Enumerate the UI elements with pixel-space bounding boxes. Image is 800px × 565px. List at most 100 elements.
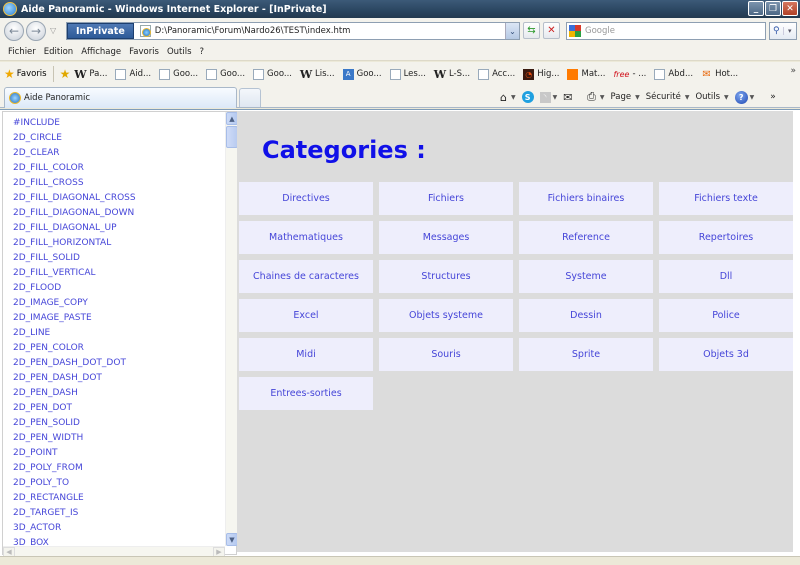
command-link[interactable]: 2D_CLEAR bbox=[13, 146, 225, 161]
category-button[interactable]: Souris bbox=[379, 338, 513, 371]
favorite-link[interactable]: W Lis... bbox=[300, 68, 335, 81]
menu-fichier[interactable]: Fichier bbox=[8, 47, 36, 57]
search-input[interactable]: Google bbox=[585, 26, 615, 36]
command-link[interactable]: 2D_PEN_COLOR bbox=[13, 341, 225, 356]
horizontal-scrollbar[interactable]: ◀ ▶ bbox=[3, 546, 225, 557]
search-options-dropdown[interactable]: ▾ bbox=[782, 27, 797, 35]
vertical-scrollbar[interactable]: ▲ ▼ bbox=[225, 112, 238, 546]
menu-outils[interactable]: Outils bbox=[167, 47, 192, 57]
command-link[interactable]: 2D_FILL_DIAGONAL_DOWN bbox=[13, 206, 225, 221]
command-link[interactable]: 2D_LINE bbox=[13, 326, 225, 341]
command-link[interactable]: 2D_PEN_DASH_DOT_DOT bbox=[13, 356, 225, 371]
command-link[interactable]: 3D_BOX bbox=[13, 536, 225, 546]
command-link[interactable]: 2D_PEN_DASH_DOT bbox=[13, 371, 225, 386]
category-button[interactable]: Objets systeme bbox=[379, 299, 513, 332]
category-button[interactable]: Midi bbox=[239, 338, 373, 371]
category-button[interactable]: Objets 3d bbox=[659, 338, 793, 371]
menu-help[interactable]: ? bbox=[200, 47, 205, 57]
category-button[interactable]: Fichiers binaires bbox=[519, 182, 653, 215]
rss-feed-icon[interactable]: ◝ bbox=[539, 91, 551, 103]
recent-pages-dropdown[interactable]: ▽ bbox=[50, 26, 56, 35]
command-link[interactable]: #INCLUDE bbox=[13, 116, 225, 131]
favorite-link[interactable]: Les... bbox=[389, 68, 426, 80]
favorite-link[interactable]: Goo... bbox=[206, 68, 245, 80]
security-menu-button[interactable]: Sécurité bbox=[646, 92, 681, 102]
command-link[interactable]: 3D_ACTOR bbox=[13, 521, 225, 536]
category-button[interactable]: Dessin bbox=[519, 299, 653, 332]
favorite-link[interactable]: A Goo... bbox=[342, 68, 382, 80]
menu-favoris[interactable]: Favoris bbox=[129, 47, 159, 57]
more-commands-chevron-icon[interactable]: » bbox=[770, 92, 776, 102]
command-link[interactable]: 2D_POLY_TO bbox=[13, 476, 225, 491]
favorite-link[interactable]: Mat... bbox=[567, 68, 605, 80]
tab-aide-panoramic[interactable]: Aide Panoramic bbox=[4, 87, 237, 108]
help-icon[interactable]: ? bbox=[734, 90, 748, 104]
command-link[interactable]: 2D_FILL_HORIZONTAL bbox=[13, 236, 225, 251]
menu-edition[interactable]: Edition bbox=[44, 47, 73, 57]
skype-icon[interactable]: S bbox=[521, 91, 534, 103]
command-link[interactable]: 2D_PEN_SOLID bbox=[13, 416, 225, 431]
home-icon[interactable]: ⌂ bbox=[500, 91, 507, 104]
favorite-link[interactable]: Acc... bbox=[478, 68, 515, 80]
forward-button[interactable]: → bbox=[26, 21, 46, 41]
command-link[interactable]: 2D_POINT bbox=[13, 446, 225, 461]
category-button[interactable]: Messages bbox=[379, 221, 513, 254]
refresh-button[interactable]: ⇆ bbox=[523, 22, 540, 39]
category-button[interactable]: Fichiers bbox=[379, 182, 513, 215]
favorite-link[interactable]: Goo... bbox=[159, 68, 198, 80]
favorite-link[interactable]: Abd... bbox=[654, 68, 693, 80]
favorite-link[interactable]: ◔ Hig... bbox=[523, 68, 559, 80]
favorites-button[interactable]: Favoris bbox=[17, 69, 47, 79]
command-link[interactable]: 2D_RECTANGLE bbox=[13, 491, 225, 506]
mail-icon[interactable]: ✉ bbox=[563, 91, 572, 104]
category-button[interactable]: Police bbox=[659, 299, 793, 332]
command-link[interactable]: 2D_IMAGE_PASTE bbox=[13, 311, 225, 326]
command-link[interactable]: 2D_FILL_DIAGONAL_CROSS bbox=[13, 191, 225, 206]
search-icon[interactable]: ⚲ bbox=[770, 26, 783, 36]
command-link[interactable]: 2D_FILL_CROSS bbox=[13, 176, 225, 191]
search-box[interactable]: Google bbox=[566, 22, 766, 40]
category-button[interactable]: Reference bbox=[519, 221, 653, 254]
category-button[interactable]: Repertoires bbox=[659, 221, 793, 254]
stop-button[interactable]: ✕ bbox=[543, 22, 560, 39]
favorite-link[interactable]: ✉ Hot... bbox=[701, 69, 738, 80]
back-button[interactable]: ← bbox=[4, 21, 24, 41]
favorite-link[interactable]: W Pa... bbox=[74, 68, 107, 81]
tools-menu-button[interactable]: Outils bbox=[695, 92, 720, 102]
command-link[interactable]: 2D_CIRCLE bbox=[13, 131, 225, 146]
command-link[interactable]: 2D_FILL_SOLID bbox=[13, 251, 225, 266]
add-to-favorites-icon[interactable]: ★ bbox=[60, 67, 71, 81]
address-bar[interactable]: InPrivate D:\Panoramic\Forum\Nardo26\TES… bbox=[66, 22, 520, 40]
restore-button[interactable]: ❐ bbox=[765, 1, 781, 16]
command-link[interactable]: 2D_FILL_DIAGONAL_UP bbox=[13, 221, 225, 236]
command-link[interactable]: 2D_PEN_DASH bbox=[13, 386, 225, 401]
category-button[interactable]: Fichiers texte bbox=[659, 182, 793, 215]
favorites-star-icon[interactable]: ★ bbox=[4, 67, 15, 81]
command-link[interactable]: 2D_FLOOD bbox=[13, 281, 225, 296]
command-link[interactable]: 2D_PEN_WIDTH bbox=[13, 431, 225, 446]
category-button[interactable]: Directives bbox=[239, 182, 373, 215]
favorite-link[interactable]: Aid... bbox=[115, 68, 151, 80]
favorite-link[interactable]: free - ... bbox=[613, 69, 646, 80]
category-button[interactable]: Structures bbox=[379, 260, 513, 293]
print-dropdown[interactable]: ▼ bbox=[600, 94, 605, 101]
category-button[interactable]: Dll bbox=[659, 260, 793, 293]
menu-affichage[interactable]: Affichage bbox=[81, 47, 121, 57]
category-button[interactable]: Mathematiques bbox=[239, 221, 373, 254]
new-tab-button[interactable] bbox=[239, 88, 261, 107]
command-link[interactable]: 2D_FILL_COLOR bbox=[13, 161, 225, 176]
category-button[interactable]: Chaines de caracteres bbox=[239, 260, 373, 293]
page-menu-button[interactable]: Page bbox=[611, 92, 632, 102]
help-dropdown[interactable]: ▼ bbox=[750, 94, 755, 101]
command-link[interactable]: 2D_FILL_VERTICAL bbox=[13, 266, 225, 281]
category-button[interactable]: Sprite bbox=[519, 338, 653, 371]
home-dropdown[interactable]: ▼ bbox=[511, 94, 516, 101]
category-button[interactable]: Excel bbox=[239, 299, 373, 332]
command-link[interactable]: 2D_TARGET_IS bbox=[13, 506, 225, 521]
command-link[interactable]: 2D_IMAGE_COPY bbox=[13, 296, 225, 311]
category-button[interactable]: Systeme bbox=[519, 260, 653, 293]
feeds-dropdown[interactable]: ▼ bbox=[553, 94, 558, 101]
favorite-link[interactable]: Goo... bbox=[253, 68, 292, 80]
favorite-link[interactable]: W L-S... bbox=[434, 68, 470, 81]
close-button[interactable]: ✕ bbox=[782, 1, 798, 16]
